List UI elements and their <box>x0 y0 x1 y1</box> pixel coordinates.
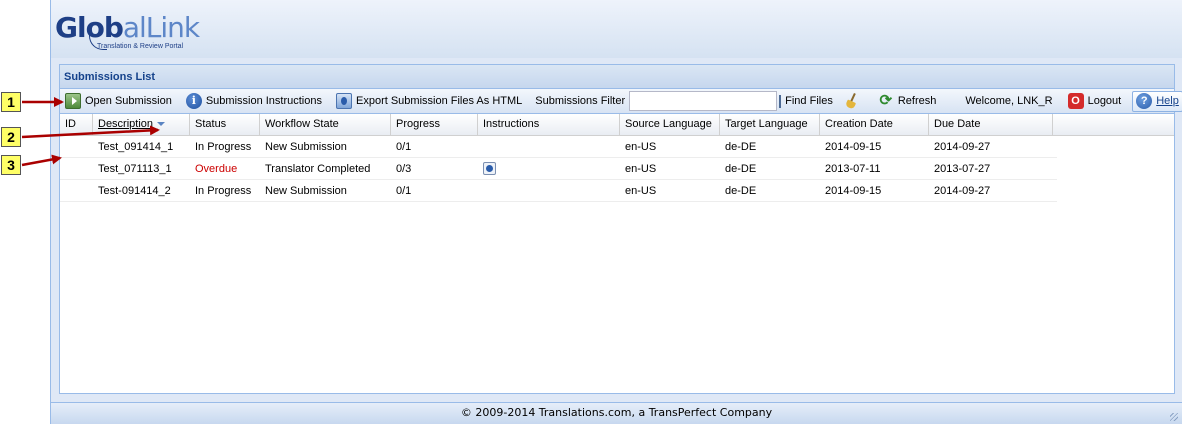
cell-target-language: de-DE <box>725 185 757 197</box>
globallink-app: GlobalLink Translation & Review Portal S… <box>50 0 1182 424</box>
welcome-text: Welcome, LNK_R <box>965 95 1053 107</box>
cell-creation-date: 2014-09-15 <box>825 185 882 197</box>
cell-target-language: de-DE <box>725 163 757 175</box>
cell-due-date: 2013-07-27 <box>934 163 991 175</box>
column-header-progress[interactable]: Progress <box>391 114 478 136</box>
screenshot-stage: GlobalLink Translation & Review Portal S… <box>0 0 1182 424</box>
logout-button[interactable]: O Logout <box>1065 91 1125 112</box>
cell-source-language: en-US <box>625 185 657 197</box>
refresh-icon: ⟳ <box>879 92 893 109</box>
export-html-button[interactable]: Export Submission Files As HTML <box>333 91 525 112</box>
cell-status: In Progress <box>195 185 252 197</box>
submission-instructions-label: Submission Instructions <box>205 95 322 107</box>
cell-workflow-state: New Submission <box>265 185 347 197</box>
export-html-icon <box>336 93 352 109</box>
column-header-id[interactable]: ID <box>60 114 93 136</box>
app-footer: © 2009-2014 Translations.com, a TransPer… <box>51 402 1182 424</box>
column-header-target-language[interactable]: Target Language <box>720 114 820 136</box>
help-link[interactable]: Help <box>1156 95 1179 107</box>
cell-description: Test_091414_1 <box>98 141 174 153</box>
callout-3: 3 <box>1 155 21 175</box>
cell-source-language: en-US <box>625 163 657 175</box>
submissions-toolbar: Open Submission i Submission Instruction… <box>60 89 1182 114</box>
table-row[interactable]: Test_071113_1 Overdue Translator Complet… <box>60 158 1057 180</box>
broom-icon <box>844 93 860 109</box>
cell-creation-date: 2014-09-15 <box>825 141 882 153</box>
resize-grip-icon[interactable] <box>1170 413 1178 421</box>
open-submission-label: Open Submission <box>85 95 172 107</box>
copyright-text: © 2009-2014 Translations.com, a TransPer… <box>460 406 773 419</box>
app-header: GlobalLink Translation & Review Portal <box>51 0 1182 58</box>
cell-description: Test_071113_1 <box>98 163 172 175</box>
logout-label: Logout <box>1087 95 1122 107</box>
open-submission-icon <box>65 93 81 109</box>
table-row[interactable]: Test_091414_1 In Progress New Submission… <box>60 136 1057 158</box>
table-row[interactable]: Test-091414_2 In Progress New Submission… <box>60 180 1057 202</box>
cell-due-date: 2014-09-27 <box>934 141 991 153</box>
cell-source-language: en-US <box>625 141 657 153</box>
cell-progress: 0/3 <box>396 163 412 175</box>
refresh-label: Refresh <box>897 95 937 107</box>
column-header-workflow-state[interactable]: Workflow State <box>260 114 391 136</box>
find-files-label: Find Files <box>785 95 833 107</box>
column-header-description[interactable]: Description <box>93 114 190 136</box>
clear-filter-button[interactable] <box>841 91 867 112</box>
cell-description: Test-091414_2 <box>98 185 171 197</box>
callout-1: 1 <box>1 92 21 112</box>
cell-target-language: de-DE <box>725 141 757 153</box>
submissions-grid: ID Description Status Workflow State Pro… <box>60 114 1174 202</box>
cell-status-overdue: Overdue <box>195 163 238 175</box>
cell-workflow-state: New Submission <box>265 141 347 153</box>
callout-2: 2 <box>1 127 21 147</box>
help-icon: ? <box>1136 93 1153 109</box>
cell-progress: 0/1 <box>396 185 412 197</box>
cell-id <box>60 158 93 180</box>
refresh-button[interactable]: ⟳ Refresh <box>875 91 940 112</box>
submissions-filter-input[interactable] <box>629 91 778 111</box>
column-header-due-date[interactable]: Due Date <box>929 114 1053 136</box>
cell-progress: 0/1 <box>396 141 412 153</box>
logo-tagline: Translation & Review Portal <box>97 43 184 50</box>
globallink-logo: GlobalLink Translation & Review Portal <box>55 11 200 54</box>
column-header-description-label: Description <box>98 118 154 130</box>
column-header-source-language[interactable]: Source Language <box>620 114 720 136</box>
cell-id <box>60 136 93 158</box>
cell-instructions <box>478 158 620 180</box>
export-html-label: Export Submission Files As HTML <box>356 95 523 107</box>
column-header-status[interactable]: Status <box>190 114 260 136</box>
cell-instructions <box>478 136 620 158</box>
column-header-instructions[interactable]: Instructions <box>478 114 620 136</box>
cell-status: In Progress <box>195 141 252 153</box>
logo-wordmark: GlobalLink <box>55 11 200 44</box>
logout-icon: O <box>1067 93 1084 109</box>
column-header-creation-date[interactable]: Creation Date <box>820 114 929 136</box>
sort-descending-icon <box>157 122 166 127</box>
column-header-filler <box>1053 114 1168 136</box>
cell-due-date: 2014-09-27 <box>934 185 991 197</box>
logo-part-link: alLink <box>122 11 200 44</box>
grid-header: ID Description Status Workflow State Pro… <box>60 114 1174 136</box>
cell-instructions <box>478 180 620 202</box>
cell-creation-date: 2013-07-11 <box>825 163 881 175</box>
instructions-info-icon[interactable] <box>483 162 496 175</box>
cell-workflow-state: Translator Completed <box>265 163 371 175</box>
open-submission-button[interactable]: Open Submission <box>62 91 175 112</box>
submissions-filter-label: Submissions Filter <box>535 95 626 107</box>
cell-id <box>60 180 93 202</box>
panel-title: Submissions List <box>60 65 1174 89</box>
submissions-panel: Submissions List Open Submission i Submi… <box>59 64 1182 394</box>
info-icon: i <box>185 93 202 109</box>
help-button[interactable]: ? Help <box>1132 90 1182 112</box>
submission-instructions-button[interactable]: i Submission Instructions <box>183 91 325 112</box>
find-files-checkbox[interactable] <box>779 94 782 108</box>
